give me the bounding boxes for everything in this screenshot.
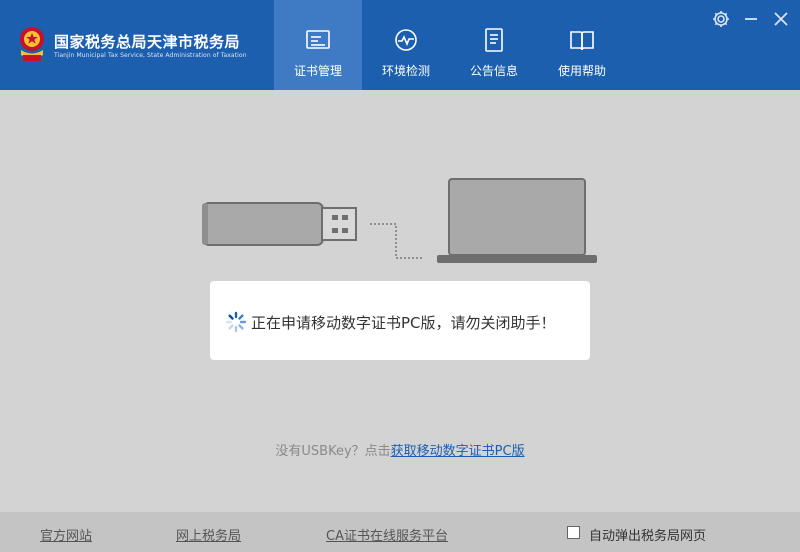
auto-popup-label: 自动弹出税务局网页 bbox=[589, 529, 707, 544]
tax-emblem-icon bbox=[20, 27, 44, 61]
footer-bar: 官方网站 网上税务局 CA证书在线服务平台 自动弹出税务局网页 bbox=[0, 512, 800, 552]
close-icon[interactable] bbox=[770, 8, 792, 30]
tab-environment-check[interactable]: 环境检测 bbox=[362, 0, 450, 90]
online-tax-bureau-link[interactable]: 网上税务局 bbox=[176, 525, 241, 544]
tab-announcements[interactable]: 公告信息 bbox=[450, 0, 538, 90]
tab-label: 使用帮助 bbox=[557, 64, 606, 78]
book-icon bbox=[570, 31, 594, 51]
gear-icon[interactable] bbox=[710, 8, 732, 30]
app-title: 国家税务总局天津市税务局 bbox=[54, 33, 241, 51]
usb-key-illustration bbox=[202, 202, 357, 246]
tab-label: 公告信息 bbox=[469, 64, 518, 78]
header-bar: 国家税务总局天津市税务局 Tianjin Municipal Tax Servi… bbox=[0, 0, 800, 90]
loading-spinner-icon bbox=[225, 311, 247, 333]
official-website-link[interactable]: 官方网站 bbox=[40, 525, 92, 544]
gauge-icon bbox=[395, 29, 417, 51]
status-dialog: 正在申请移动数字证书PC版，请勿关闭助手！ bbox=[210, 281, 590, 360]
get-mobile-certificate-link[interactable]: 获取移动数字证书PC版 bbox=[391, 444, 525, 459]
status-message: 正在申请移动数字证书PC版，请勿关闭助手！ bbox=[251, 314, 556, 332]
certificate-icon bbox=[306, 30, 330, 49]
tab-certificate-management[interactable]: 证书管理 bbox=[274, 0, 362, 90]
app-subtitle: Tianjin Municipal Tax Service, State Adm… bbox=[54, 52, 247, 59]
auto-popup-checkbox[interactable] bbox=[567, 526, 580, 539]
laptop-illustration bbox=[370, 178, 597, 263]
tab-label: 环境检测 bbox=[381, 64, 430, 78]
ca-certificate-platform-link[interactable]: CA证书在线服务平台 bbox=[326, 525, 448, 544]
usbkey-prompt: 没有USBKey？点击获取移动数字证书PC版 bbox=[0, 440, 800, 459]
usbkey-prompt-text: 没有USBKey？点击 bbox=[275, 444, 391, 459]
minimize-icon[interactable] bbox=[740, 8, 762, 30]
document-icon bbox=[485, 28, 503, 52]
tab-label: 证书管理 bbox=[293, 64, 342, 78]
tab-help[interactable]: 使用帮助 bbox=[538, 0, 626, 90]
